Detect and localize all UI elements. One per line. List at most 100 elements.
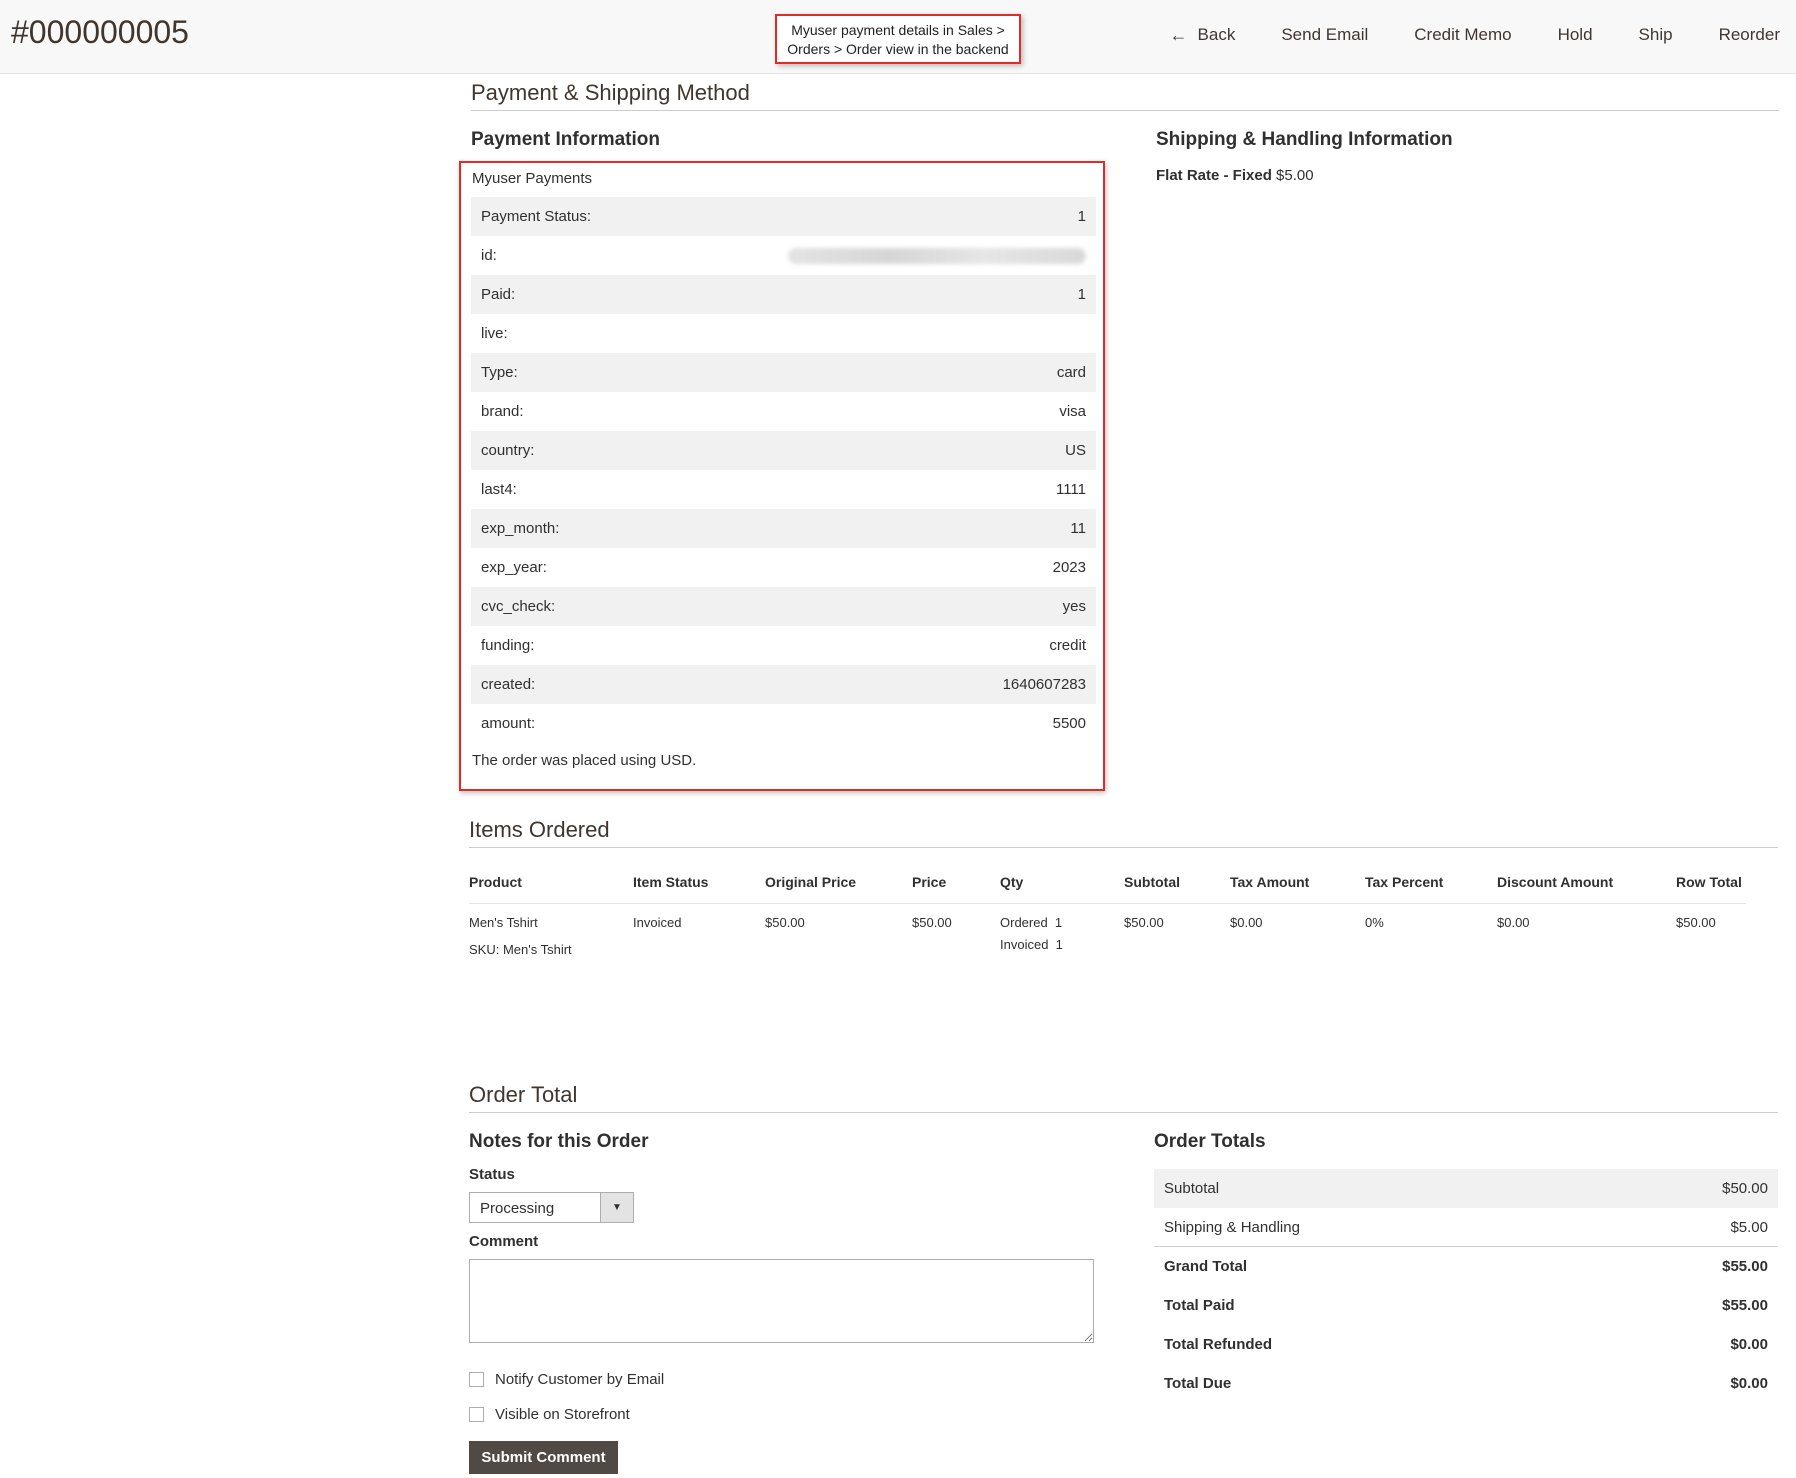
payment-row: brand: visa <box>471 392 1096 431</box>
send-email-button[interactable]: Send Email <box>1258 25 1391 45</box>
order-number-title: #000000005 <box>11 14 189 50</box>
payment-row-label: last4: <box>481 481 517 498</box>
column-header-subtotal: Subtotal <box>1124 874 1180 890</box>
redacted-value <box>788 247 1086 264</box>
payment-row: exp_year: 2023 <box>471 548 1096 587</box>
payment-row-label: Type: <box>481 364 518 381</box>
credit-memo-button[interactable]: Credit Memo <box>1391 25 1534 45</box>
status-select[interactable]: Processing ▼ <box>469 1192 634 1223</box>
totals-label: Subtotal <box>1164 1180 1220 1197</box>
payment-row: last4: 1111 <box>471 470 1096 509</box>
status-select-value: Processing <box>480 1200 555 1217</box>
page-header: #000000005 Myuser payment details in Sal… <box>0 0 1796 74</box>
currency-note: The order was placed using USD. <box>472 752 697 769</box>
payment-row-label: live: <box>481 325 508 342</box>
visible-storefront-option[interactable]: Visible on Storefront <box>469 1406 630 1423</box>
tax-amount: $0.00 <box>1230 915 1263 930</box>
notify-customer-option[interactable]: Notify Customer by Email <box>469 1371 664 1388</box>
totals-value: $55.00 <box>1722 1258 1768 1275</box>
subtotal: $50.00 <box>1124 915 1164 930</box>
payment-row: amount: 5500 <box>471 704 1096 743</box>
payment-method-name: Myuser Payments <box>472 170 593 187</box>
arrow-left-icon: ← <box>1169 24 1188 45</box>
payment-row-label: cvc_check: <box>481 598 556 615</box>
payment-row-value: 1 <box>1077 286 1086 303</box>
payment-row: funding: credit <box>471 626 1096 665</box>
totals-label: Total Due <box>1164 1375 1232 1392</box>
order-totals-table: Subtotal $50.00 Shipping & Handling $5.00 … <box>1154 1169 1778 1403</box>
comment-label: Comment <box>469 1233 539 1250</box>
comment-textarea[interactable] <box>469 1259 1094 1343</box>
payment-row: exp_month: 11 <box>471 509 1096 548</box>
ship-button[interactable]: Ship <box>1616 25 1696 45</box>
visible-storefront-label: Visible on Storefront <box>495 1406 630 1423</box>
submit-comment-button[interactable]: Submit Comment <box>469 1441 618 1474</box>
payment-row-value: credit <box>1049 637 1086 654</box>
annotation-callout: Myuser payment details in Sales > Orders… <box>775 14 1021 64</box>
notify-customer-checkbox[interactable] <box>469 1372 484 1387</box>
payment-row: country: US <box>471 431 1096 470</box>
notes-title: Notes for this Order <box>469 1131 649 1152</box>
hold-button[interactable]: Hold <box>1535 25 1616 45</box>
section-divider <box>469 1112 1778 1113</box>
payment-row-value: yes <box>1062 598 1086 615</box>
caret-down-icon: ▼ <box>600 1193 633 1222</box>
totals-label: Total Paid <box>1164 1297 1235 1314</box>
payment-details-box: Myuser Payments Payment Status: 1 id: Pai… <box>459 161 1105 791</box>
payment-row: cvc_check: yes <box>471 587 1096 626</box>
column-header-original-price: Original Price <box>765 874 857 890</box>
page-actions: ← Back Send Email Credit Memo Hold Ship … <box>1147 0 1788 70</box>
payment-row: live: <box>471 314 1096 353</box>
tax-percent: 0% <box>1365 915 1384 930</box>
item-status: Invoiced <box>633 915 682 930</box>
totals-row: Total Refunded $0.00 <box>1154 1325 1778 1364</box>
shipping-method-price: $5.00 <box>1276 167 1314 184</box>
shipping-information-title: Shipping & Handling Information <box>1156 129 1453 150</box>
payment-row-label: country: <box>481 442 535 459</box>
column-header-product: Product <box>469 874 522 890</box>
payment-row: Type: card <box>471 353 1096 392</box>
order-totals-title: Order Totals <box>1154 1131 1266 1152</box>
payment-row-value: 1111 <box>1055 481 1086 498</box>
payment-row-value: 11 <box>1070 520 1086 537</box>
payment-details-table: Payment Status: 1 id: Paid: 1 live: Type: c… <box>471 197 1096 743</box>
totals-row: Shipping & Handling $5.00 <box>1154 1208 1778 1247</box>
original-price: $50.00 <box>765 915 805 930</box>
payment-shipping-section-title: Payment & Shipping Method <box>471 80 750 105</box>
payment-row-label: brand: <box>481 403 524 420</box>
callout-line-2: Orders > Order view in the backend <box>787 41 1009 57</box>
reorder-button[interactable]: Reorder <box>1696 25 1788 45</box>
totals-value: $55.00 <box>1722 1297 1768 1314</box>
section-divider <box>471 110 1779 111</box>
column-header-item-status: Item Status <box>633 874 709 890</box>
payment-row-value: 1640607283 <box>1002 676 1086 693</box>
payment-row-label: exp_month: <box>481 520 560 537</box>
column-header-tax-percent: Tax Percent <box>1365 874 1444 890</box>
totals-value: $0.00 <box>1730 1336 1768 1353</box>
payment-information-title: Payment Information <box>471 129 660 150</box>
order-total-title: Order Total <box>469 1082 578 1107</box>
payment-row-label: exp_year: <box>481 559 547 576</box>
column-header-qty: Qty <box>1000 874 1024 890</box>
totals-value: $0.00 <box>1730 1375 1768 1392</box>
section-divider <box>469 847 1778 848</box>
table-header-divider <box>469 903 1746 904</box>
back-button-label: Back <box>1197 25 1236 44</box>
items-ordered-title: Items Ordered <box>469 817 610 842</box>
payment-row-value: card <box>1056 364 1086 381</box>
payment-row-label: funding: <box>481 637 535 654</box>
qty-invoiced: Invoiced 1 <box>1000 937 1063 952</box>
totals-label: Shipping & Handling <box>1164 1218 1300 1236</box>
visible-storefront-checkbox[interactable] <box>469 1407 484 1422</box>
discount-amount: $0.00 <box>1497 915 1530 930</box>
back-button[interactable]: ← Back <box>1147 25 1259 46</box>
shipping-method: Flat Rate - Fixed $5.00 <box>1156 167 1314 184</box>
payment-row-label: created: <box>481 676 536 693</box>
product-name: Men's Tshirt <box>469 915 538 930</box>
column-header-discount-amount: Discount Amount <box>1497 874 1614 890</box>
totals-row: Total Due $0.00 <box>1154 1364 1778 1403</box>
callout-line-1: Myuser payment details in Sales > <box>791 22 1005 38</box>
totals-row: Grand Total $55.00 <box>1154 1247 1778 1286</box>
payment-row-value: visa <box>1059 403 1086 420</box>
payment-row: Paid: 1 <box>471 275 1096 314</box>
